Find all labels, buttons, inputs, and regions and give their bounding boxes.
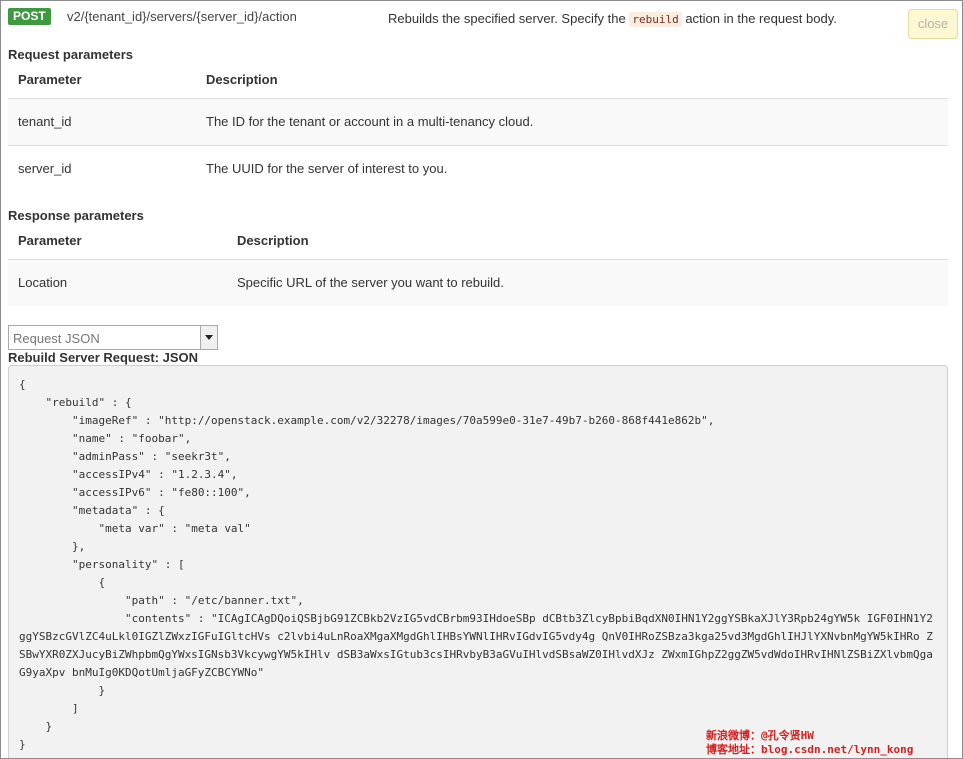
json-code-block: { "rebuild" : { "imageRef" : "http://ope…: [8, 365, 948, 758]
http-method-badge: POST: [8, 8, 51, 25]
close-button[interactable]: close: [908, 9, 958, 39]
column-header-parameter: Parameter: [18, 233, 82, 249]
param-name: Location: [8, 258, 227, 306]
table-row: server_id The UUID for the server of int…: [8, 144, 948, 192]
sample-format-value: Request JSON: [13, 331, 100, 346]
param-name: tenant_id: [8, 97, 196, 145]
sample-format-select[interactable]: Request JSON: [8, 325, 218, 350]
table-row: tenant_id The ID for the tenant or accou…: [8, 97, 948, 145]
watermark-weibo: 新浪微博：@孔令贤HW: [706, 729, 814, 742]
param-description: The ID for the tenant or account in a mu…: [196, 97, 948, 145]
endpoint-description-tail: action in the request body.: [681, 11, 837, 26]
table-header-row: Parameter Description: [8, 223, 948, 259]
table-header-row: Parameter Description: [8, 62, 948, 98]
table-row: Location Specific URL of the server you …: [8, 258, 948, 306]
response-parameters-title: Response parameters: [8, 208, 144, 223]
watermark-blog: 博客地址：blog.csdn.net/lynn_kong: [706, 743, 914, 756]
column-header-description: Description: [237, 233, 309, 249]
column-header-description: Description: [206, 72, 278, 88]
api-operation-panel: POST v2/{tenant_id}/servers/{server_id}/…: [0, 0, 963, 759]
param-description: The UUID for the server of interest to y…: [196, 144, 948, 192]
sample-title: Rebuild Server Request: JSON: [8, 350, 198, 365]
param-name: server_id: [8, 144, 196, 192]
request-parameters-title: Request parameters: [8, 47, 133, 62]
endpoint-description: Rebuilds the specified server. Specify t…: [388, 11, 837, 27]
column-header-parameter: Parameter: [18, 72, 82, 88]
endpoint-description-text: Rebuilds the specified server. Specify t…: [388, 11, 630, 26]
endpoint-path: v2/{tenant_id}/servers/{server_id}/actio…: [67, 9, 297, 24]
watermark: 新浪微博：@孔令贤HW 博客地址：blog.csdn.net/lynn_kong: [706, 729, 913, 757]
param-description: Specific URL of the server you want to r…: [227, 258, 948, 306]
action-code: rebuild: [629, 12, 682, 27]
json-code: { "rebuild" : { "imageRef" : "http://ope…: [19, 378, 933, 751]
chevron-down-icon[interactable]: [200, 326, 217, 349]
response-parameters-table: Parameter Description Location Specific …: [8, 223, 948, 306]
request-parameters-table: Parameter Description tenant_id The ID f…: [8, 62, 948, 192]
